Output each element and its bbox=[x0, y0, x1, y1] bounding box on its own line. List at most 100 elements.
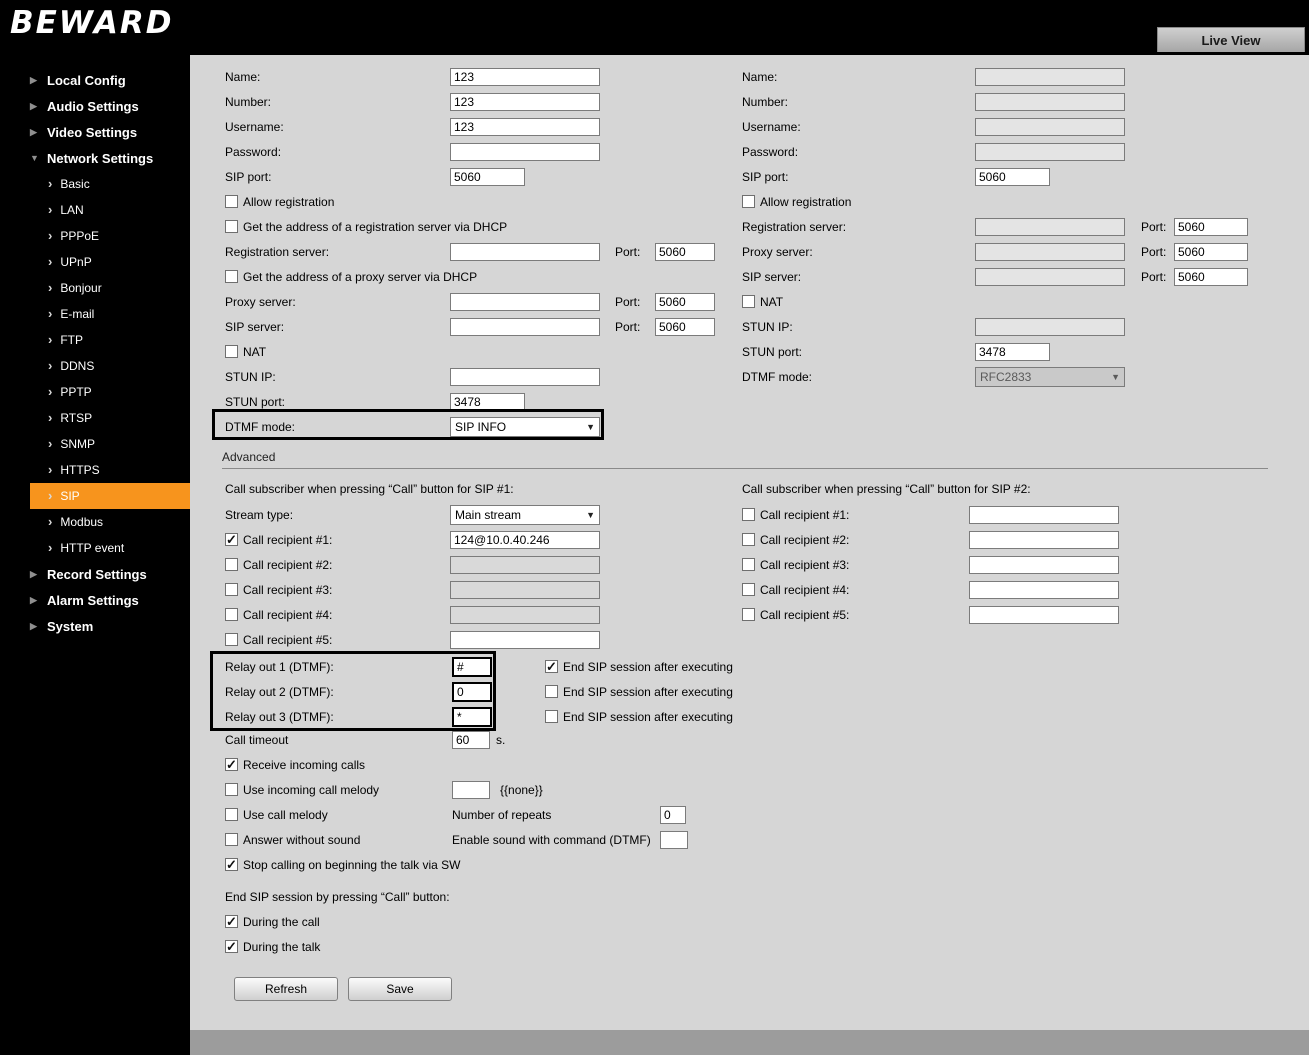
sidebar-item-bonjour[interactable]: › Bonjour bbox=[0, 275, 190, 301]
sidebar-item-lan[interactable]: › LAN bbox=[0, 197, 190, 223]
sip2-password-input[interactable] bbox=[975, 142, 1125, 161]
sip1-call-recipient-2-input[interactable] bbox=[450, 555, 600, 574]
sidebar-item-record-settings[interactable]: ▶ Record Settings bbox=[0, 561, 190, 587]
stream-type-select[interactable]: Main stream ▼ bbox=[450, 504, 600, 525]
sip2-sip-port-input[interactable]: 5060 bbox=[975, 167, 1050, 186]
enable-sound-dtmf-input[interactable] bbox=[660, 830, 688, 849]
sip2-number-input[interactable] bbox=[975, 92, 1125, 111]
sip2-dtmf-mode-select[interactable]: RFC2833 ▼ bbox=[975, 366, 1125, 387]
sip1-call-recipient-1-checkbox[interactable] bbox=[225, 532, 238, 548]
sip2-call-recipient-4-checkbox[interactable] bbox=[742, 583, 755, 596]
sip1-call-recipient-4-input[interactable] bbox=[450, 605, 600, 624]
sip2-stun-port-input[interactable]: 3478 bbox=[975, 342, 1050, 361]
sip2-call-recipient-2-checkbox[interactable] bbox=[742, 533, 755, 546]
stop-calling-on-talk-checkbox[interactable] bbox=[225, 857, 238, 873]
sidebar-item-alarm-settings[interactable]: ▶ Alarm Settings bbox=[0, 587, 190, 613]
relay-out-2-dtmf-input[interactable]: 0 bbox=[452, 681, 492, 702]
sip1-proxy-port-input[interactable]: 5060 bbox=[655, 292, 715, 311]
sip2-call-recipient-5-input[interactable] bbox=[969, 605, 1119, 624]
sidebar-item-snmp[interactable]: › SNMP bbox=[0, 431, 190, 457]
sip1-stun-port-input[interactable]: 3478 bbox=[450, 392, 525, 411]
live-view-button[interactable]: Live View bbox=[1157, 27, 1305, 52]
sip2-call-recipient-2-input[interactable] bbox=[969, 530, 1119, 549]
relay-1-end-sip-checkbox[interactable] bbox=[545, 659, 558, 675]
sip2-registration-server-input[interactable] bbox=[975, 217, 1125, 236]
sip1-dhcp-proxy-checkbox[interactable] bbox=[225, 270, 238, 283]
sip1-username-input[interactable]: 123 bbox=[450, 117, 600, 136]
sidebar-item-audio-settings[interactable]: ▶ Audio Settings bbox=[0, 93, 190, 119]
sidebar-item-sip[interactable]: › SIP bbox=[30, 483, 190, 509]
sip1-sip-server-port-input[interactable]: 5060 bbox=[655, 317, 715, 336]
sidebar-item-http-event[interactable]: › HTTP event bbox=[0, 535, 190, 561]
receive-incoming-calls-checkbox[interactable] bbox=[225, 757, 238, 773]
sip1-allow-registration-checkbox[interactable] bbox=[225, 195, 238, 208]
sip2-proxy-server-input[interactable] bbox=[975, 242, 1125, 261]
sidebar-item-modbus[interactable]: › Modbus bbox=[0, 509, 190, 535]
use-call-melody-checkbox[interactable] bbox=[225, 808, 238, 821]
sip1-dhcp-registration-checkbox[interactable] bbox=[225, 220, 238, 233]
sip1-call-recipient-4-checkbox[interactable] bbox=[225, 608, 238, 621]
sip2-username-input[interactable] bbox=[975, 117, 1125, 136]
sidebar-item-network-settings[interactable]: ▼ Network Settings bbox=[0, 145, 190, 171]
sip2-call-recipient-3-input[interactable] bbox=[969, 555, 1119, 574]
sidebar-item-pptp[interactable]: › PPTP bbox=[0, 379, 190, 405]
sip1-call-recipient-5-checkbox[interactable] bbox=[225, 633, 238, 646]
refresh-button[interactable]: Refresh bbox=[234, 977, 338, 1001]
sip2-registration-port-input[interactable]: 5060 bbox=[1174, 217, 1248, 236]
sip2-call-recipient-1-input[interactable] bbox=[969, 505, 1119, 524]
sidebar-item-video-settings[interactable]: ▶ Video Settings bbox=[0, 119, 190, 145]
sip1-sip-port-input[interactable]: 5060 bbox=[450, 167, 525, 186]
sidebar-item-ftp[interactable]: › FTP bbox=[0, 327, 190, 353]
sidebar-item-rtsp[interactable]: › RTSP bbox=[0, 405, 190, 431]
sidebar-item-ddns[interactable]: › DDNS bbox=[0, 353, 190, 379]
sip1-call-recipient-3-checkbox[interactable] bbox=[225, 583, 238, 596]
form-row: STUN port: 3478 bbox=[225, 389, 715, 414]
sidebar-item-system[interactable]: ▶ System bbox=[0, 613, 190, 639]
sip1-stun-ip-input[interactable] bbox=[450, 367, 600, 386]
sip2-allow-registration-checkbox[interactable] bbox=[742, 195, 755, 208]
during-the-call-checkbox[interactable] bbox=[225, 914, 238, 930]
sidebar-item-local-config[interactable]: ▶ Local Config bbox=[0, 67, 190, 93]
sidebar-item-pppoe[interactable]: › PPPoE bbox=[0, 223, 190, 249]
sip1-call-recipient-1-input[interactable]: 124@10.0.40.246 bbox=[450, 530, 600, 549]
sidebar-item-https[interactable]: › HTTPS bbox=[0, 457, 190, 483]
sip1-call-recipient-2-checkbox[interactable] bbox=[225, 558, 238, 571]
sip2-call-recipient-4-input[interactable] bbox=[969, 580, 1119, 599]
relay-3-end-sip-checkbox[interactable] bbox=[545, 710, 558, 723]
sip1-registration-server-input[interactable] bbox=[450, 242, 600, 261]
incoming-call-melody-input[interactable] bbox=[452, 780, 490, 799]
form-row: Username: bbox=[742, 114, 1248, 139]
number-of-repeats-input[interactable]: 0 bbox=[660, 805, 686, 824]
sip1-sip-server-input[interactable] bbox=[450, 317, 600, 336]
sip2-call-recipient-3-checkbox[interactable] bbox=[742, 558, 755, 571]
relay-2-end-sip-checkbox[interactable] bbox=[545, 685, 558, 698]
use-incoming-call-melody-checkbox[interactable] bbox=[225, 783, 238, 796]
during-the-talk-checkbox[interactable] bbox=[225, 939, 238, 955]
sip2-nat-checkbox[interactable] bbox=[742, 295, 755, 308]
sip2-stun-ip-input[interactable] bbox=[975, 317, 1125, 336]
sidebar-item-upnp[interactable]: › UPnP bbox=[0, 249, 190, 275]
collapsed-arrow-icon: ▶ bbox=[30, 100, 37, 111]
sip1-proxy-server-input[interactable] bbox=[450, 292, 600, 311]
sip2-name-input[interactable] bbox=[975, 67, 1125, 86]
save-button[interactable]: Save bbox=[348, 977, 452, 1001]
sip1-dtmf-mode-select[interactable]: SIP INFO ▼ bbox=[450, 416, 600, 437]
sip1-registration-port-input[interactable]: 5060 bbox=[655, 242, 715, 261]
sip1-name-input[interactable]: 123 bbox=[450, 67, 600, 86]
sidebar-item-email[interactable]: › E-mail bbox=[0, 301, 190, 327]
sip1-call-recipient-5-input[interactable] bbox=[450, 630, 600, 649]
call-timeout-input[interactable]: 60 bbox=[452, 730, 490, 749]
sip2-sip-server-port-input[interactable]: 5060 bbox=[1174, 267, 1248, 286]
answer-without-sound-checkbox[interactable] bbox=[225, 833, 238, 846]
sip2-call-recipient-1-checkbox[interactable] bbox=[742, 508, 755, 521]
relay-out-1-dtmf-input[interactable]: # bbox=[452, 656, 492, 677]
sip1-password-input[interactable] bbox=[450, 142, 600, 161]
sip2-call-recipient-5-checkbox[interactable] bbox=[742, 608, 755, 621]
relay-out-3-dtmf-input[interactable]: * bbox=[452, 706, 492, 727]
sip2-sip-server-input[interactable] bbox=[975, 267, 1125, 286]
sip1-number-input[interactable]: 123 bbox=[450, 92, 600, 111]
sip1-nat-checkbox[interactable] bbox=[225, 345, 238, 358]
sip2-proxy-port-input[interactable]: 5060 bbox=[1174, 242, 1248, 261]
sidebar-item-basic[interactable]: › Basic bbox=[0, 171, 190, 197]
sip1-call-recipient-3-input[interactable] bbox=[450, 580, 600, 599]
